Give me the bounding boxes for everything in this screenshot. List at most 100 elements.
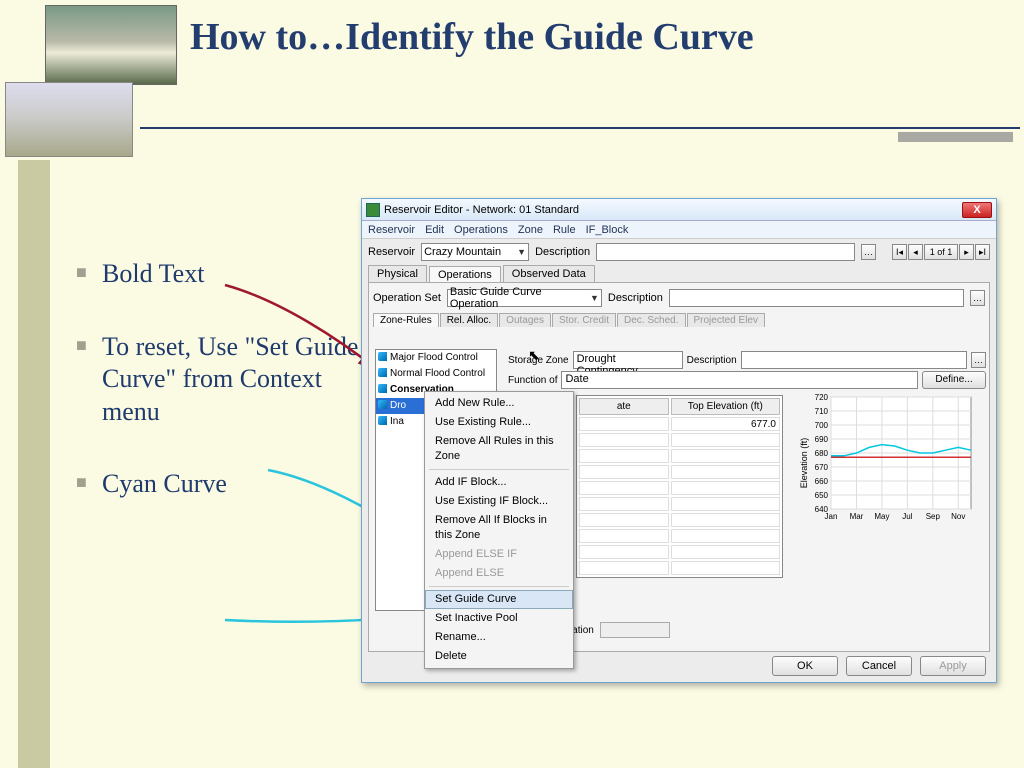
opset-combo[interactable]: Basic Guide Curve Operation▼ [447,289,602,307]
ok-button[interactable]: OK [772,656,838,676]
tree-item-normal-flood[interactable]: Normal Flood Control [376,366,496,382]
reservoir-row: Reservoir Crazy Mountain▼ Description … … [362,239,996,265]
menu-operations[interactable]: Operations [454,224,508,236]
nav-next[interactable]: ▸ [959,244,974,260]
col-date[interactable]: ate [579,398,669,415]
svg-text:720: 720 [815,393,829,402]
chart-photo [5,82,133,157]
zone-info: Storage Zone Drought Contingency Descrip… [508,351,986,391]
close-button[interactable]: X [962,202,992,218]
zone-sort-value [600,622,670,638]
title-rule [140,127,1020,129]
sub-tabs: Zone-Rules Rel. Alloc. Outages Stor. Cre… [373,313,985,327]
svg-text:690: 690 [815,435,829,444]
bullet-list: Bold Text To reset, Use "Set Guide Curve… [80,258,360,541]
menu-ifblock[interactable]: IF_Block [586,224,629,236]
dialog-buttons: OK Cancel Apply [772,656,986,676]
subtab-rel-alloc[interactable]: Rel. Alloc. [440,313,498,327]
tab-physical[interactable]: Physical [368,265,427,282]
nav-last[interactable]: ▸I [975,244,990,260]
mi-set-inactive-pool[interactable]: Set Inactive Pool [425,609,573,628]
menu-zone[interactable]: Zone [518,224,543,236]
cell-value[interactable]: 677.0 [671,417,780,431]
nav-counter: 1 of 1 [924,244,958,260]
subtab-zone-rules[interactable]: Zone-Rules [373,313,439,327]
dam-photo [45,5,177,85]
mi-add-new-rule[interactable]: Add New Rule... [425,394,573,413]
titlebar[interactable]: Reservoir Editor - Network: 01 Standard … [362,199,996,221]
slide-title: How to…Identify the Guide Curve [190,15,890,61]
svg-text:Jan: Jan [825,512,838,521]
y-axis-label: Elevation (ft) [799,438,809,489]
svg-text:710: 710 [815,407,829,416]
function-of-input[interactable]: Date [561,371,918,389]
opset-description-expand[interactable]: … [970,290,985,306]
main-tabs: Physical Operations Observed Data [362,265,996,282]
cursor-icon: ⬉ [528,347,540,364]
reservoir-label: Reservoir [368,246,415,258]
description-label-3: Description [687,355,737,366]
zone-description-expand[interactable]: … [971,352,986,368]
title-rule-accent [898,132,1013,142]
mi-use-existing-rule[interactable]: Use Existing Rule... [425,413,573,432]
subtab-stor-credit[interactable]: Stor. Credit [552,313,616,327]
elevation-table[interactable]: ateTop Elevation (ft) 677.0 [576,395,783,578]
reservoir-combo[interactable]: Crazy Mountain▼ [421,243,529,261]
tab-operations[interactable]: Operations [429,266,501,283]
subtab-dec-sched[interactable]: Dec. Sched. [617,313,685,327]
description-label-2: Description [608,292,663,304]
menubar: Reservoir Edit Operations Zone Rule IF_B… [362,221,996,239]
menu-separator [429,586,569,587]
define-button[interactable]: Define... [922,371,986,389]
svg-text:670: 670 [815,463,829,472]
svg-text:650: 650 [815,491,829,500]
reservoir-editor-window: Reservoir Editor - Network: 01 Standard … [361,198,997,683]
svg-text:May: May [874,512,889,521]
mi-remove-all-rules[interactable]: Remove All Rules in this Zone [425,432,573,466]
slide-left-bar [18,160,50,768]
bullet-3: Cyan Curve [80,468,360,501]
storage-zone-input[interactable]: Drought Contingency [573,351,683,369]
mi-rename[interactable]: Rename... [425,628,573,647]
nav-prev[interactable]: ◂ [908,244,923,260]
opset-description-input[interactable] [669,289,964,307]
bullet-2: To reset, Use "Set Guide Curve" from Con… [80,331,360,429]
apply-button[interactable]: Apply [920,656,986,676]
mi-use-existing-if-block[interactable]: Use Existing IF Block... [425,492,573,511]
bullet-1: Bold Text [80,258,360,291]
description-input[interactable] [596,243,855,261]
svg-text:700: 700 [815,421,829,430]
opset-label: Operation Set [373,292,441,304]
nav-first[interactable]: I◂ [892,244,907,260]
mi-delete[interactable]: Delete [425,647,573,666]
cancel-button[interactable]: Cancel [846,656,912,676]
mi-set-guide-curve[interactable]: Set Guide Curve [425,590,573,609]
subtab-outages[interactable]: Outages [499,313,551,327]
opset-row: Operation Set Basic Guide Curve Operatio… [373,287,985,309]
mi-append-else: Append ELSE [425,564,573,583]
svg-text:Nov: Nov [951,512,965,521]
menu-separator [429,469,569,470]
col-top-elev[interactable]: Top Elevation (ft) [671,398,780,415]
menu-rule[interactable]: Rule [553,224,576,236]
menu-reservoir[interactable]: Reservoir [368,224,415,236]
description-label: Description [535,246,590,258]
description-expand[interactable]: … [861,244,876,260]
tab-observed-data[interactable]: Observed Data [503,265,595,282]
tree-item-major-flood[interactable]: Major Flood Control [376,350,496,366]
svg-text:660: 660 [815,477,829,486]
mi-append-else-if: Append ELSE IF [425,545,573,564]
context-menu: Add New Rule... Use Existing Rule... Rem… [424,391,574,669]
menu-edit[interactable]: Edit [425,224,444,236]
app-icon [366,203,380,217]
mi-remove-all-if-blocks[interactable]: Remove All If Blocks in this Zone [425,511,573,545]
chevron-down-icon: ▼ [517,247,526,257]
chart-svg: 640650660670680690700710720 JanMarMayJul… [799,393,979,528]
chevron-down-icon: ▼ [590,293,599,303]
zone-description-input[interactable] [741,351,967,369]
svg-text:Mar: Mar [850,512,864,521]
window-title: Reservoir Editor - Network: 01 Standard [384,204,962,216]
record-nav: I◂ ◂ 1 of 1 ▸ ▸I [892,244,990,260]
subtab-projected-elev[interactable]: Projected Elev [687,313,765,327]
mi-add-if-block[interactable]: Add IF Block... [425,473,573,492]
